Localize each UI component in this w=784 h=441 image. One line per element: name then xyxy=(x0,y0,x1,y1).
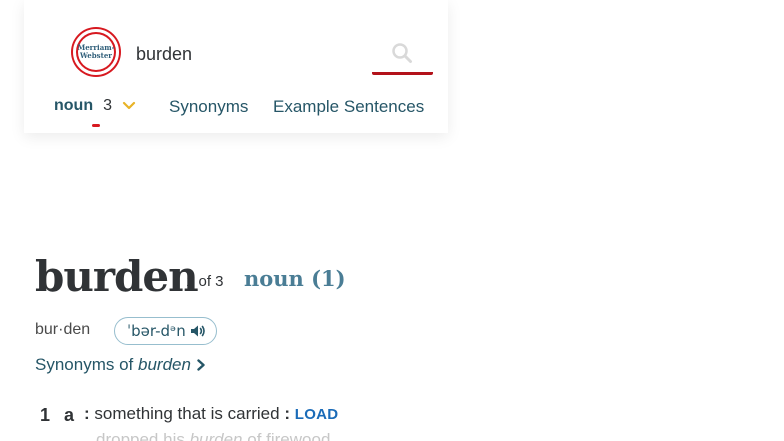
example-word: burden xyxy=(189,430,243,441)
headword: burden xyxy=(35,252,199,301)
search-input[interactable] xyxy=(136,40,386,68)
search-button-underline xyxy=(372,72,433,75)
cross-reference-link[interactable]: LOAD xyxy=(295,406,339,423)
definition-colon-2: : xyxy=(284,404,290,423)
synonyms-of-link[interactable]: Synonyms of burden xyxy=(35,355,206,375)
definition-text: : something that is carried : LOAD xyxy=(84,404,338,424)
definition-body: something that is carried xyxy=(89,404,285,423)
pronunciation-text: ˈbər-dᵊn xyxy=(127,322,186,340)
logo-text-line2: Webster xyxy=(80,51,112,60)
synonyms-prefix: Synonyms of xyxy=(35,355,138,374)
example-suffix: of firewood xyxy=(242,430,331,441)
active-tab-indicator xyxy=(92,124,100,127)
synonyms-word: burden xyxy=(138,355,191,374)
example-prefix: dropped his xyxy=(96,430,190,441)
example-sentence: dropped his burden of firewood xyxy=(96,430,330,441)
logo-inner: Merriam- Webster xyxy=(77,34,115,70)
pos-label: noun xyxy=(54,97,94,114)
speaker-icon xyxy=(190,325,205,337)
sense-number: 1 xyxy=(40,405,51,425)
chevron-down-icon xyxy=(122,101,136,110)
tab-example-sentences[interactable]: Example Sentences xyxy=(273,97,424,117)
tab-noun-dropdown[interactable]: noun 3 xyxy=(54,96,136,116)
sense-letter: a xyxy=(64,405,75,425)
part-of-speech-link[interactable]: noun (1) xyxy=(244,266,346,291)
merriam-webster-logo[interactable]: Merriam- Webster xyxy=(73,29,119,75)
entry-number: 1 of 3 xyxy=(186,273,224,290)
chevron-right-icon xyxy=(197,359,205,371)
pos-count: 3 xyxy=(103,97,112,114)
hyphenation: bur·den xyxy=(35,321,91,338)
pronunciation-button[interactable]: ˈbər-dᵊn xyxy=(114,317,217,345)
search-icon[interactable] xyxy=(391,42,413,64)
tab-synonyms[interactable]: Synonyms xyxy=(169,97,248,117)
